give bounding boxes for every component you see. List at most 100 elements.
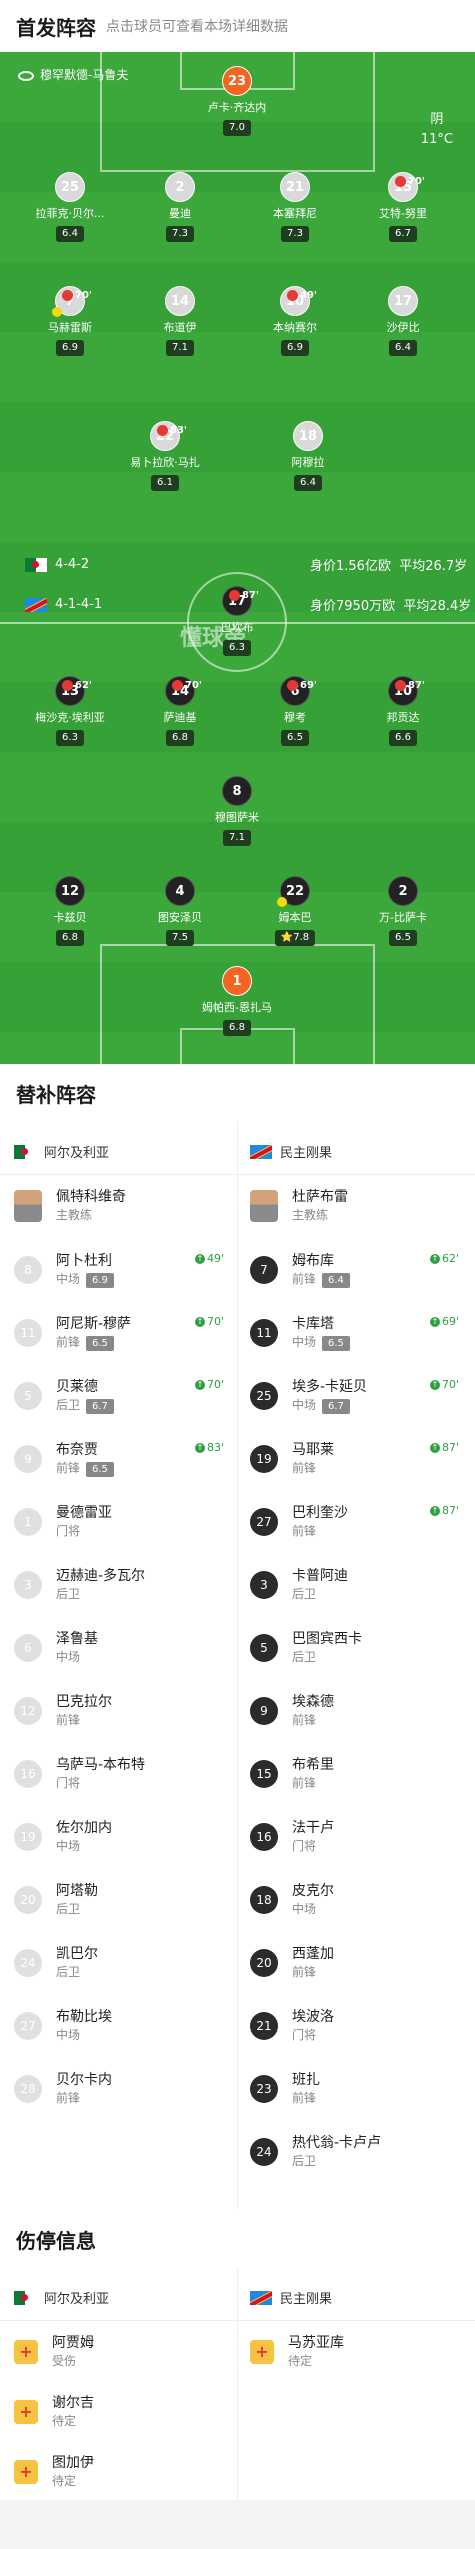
home-team-line: 4-4-2 身价1.56亿欧 平均26.7岁 (25, 557, 467, 574)
sub-position: 后卫 (56, 1902, 81, 1916)
home-sub-row[interactable]: 6 泽鲁基 中场 (14, 1630, 98, 1666)
home-injury-row[interactable]: 谢尔吉待定 (14, 2394, 94, 2430)
away-team-line: 4-1-4-1 身价7950万欧 平均28.4岁 (25, 597, 471, 614)
subs-section: 替补阵容 阿尔及利亚 民主刚果 佩特科维奇 主教练 杜萨布雷 主教练 8 阿卜杜利 中场… (0, 1064, 475, 2210)
home-sub-row[interactable]: 19 佐尔加内 中场 (14, 1819, 112, 1855)
home-player[interactable]: 7 70' 马赫雷斯 6.9 (25, 286, 115, 356)
sub-position: 前锋 (56, 2091, 81, 2105)
away-player[interactable]: 2 万-比萨卡 6.5 (358, 876, 448, 946)
away-sub-row[interactable]: 24 热代翁-卡卢卢 后卫 (250, 2134, 381, 2170)
player-name: 萨迪基 (163, 711, 197, 724)
rating-value: 6.1 (157, 477, 173, 488)
home-sub-row[interactable]: 28 贝尔卡内 前锋 (14, 2071, 112, 2107)
away-sub-row[interactable]: 16 法干卢 门将 (250, 1819, 334, 1855)
player-rating: 6.3 (56, 730, 84, 746)
away-sub-row[interactable]: 19 马耶莱 前锋 (250, 1441, 334, 1477)
sub-number: 1 (14, 1508, 42, 1536)
home-sub-row[interactable]: 5 贝莱德 后卫 6.7 (14, 1378, 114, 1414)
away-sub-row[interactable]: 21 埃波洛 门将 (250, 2008, 334, 2044)
away-player[interactable]: 10 87' 邦贡达 6.6 (358, 676, 448, 746)
subs-home-name: 阿尔及利亚 (44, 1146, 110, 1161)
home-injury-row[interactable]: 图加伊待定 (14, 2454, 94, 2490)
home-sub-row[interactable]: 16 乌萨马-本布特 门将 (14, 1756, 145, 1792)
player-name: 布道伊 (163, 321, 197, 334)
away-sub-row[interactable]: 5 巴图宾西卡 后卫 (250, 1630, 362, 1666)
away-injury-row[interactable]: 马苏亚库待定 (250, 2334, 344, 2370)
sub-number: 11 (14, 1319, 42, 1347)
away-player[interactable]: 17 87' 巴坎布 6.3 (192, 586, 282, 656)
sub-out-icon (172, 679, 184, 691)
sub-position: 门将 (292, 1839, 317, 1853)
section-title: 首发阵容 (16, 15, 96, 40)
home-player[interactable]: 18 阿穆拉 6.4 (263, 421, 353, 491)
jersey-number: 23 (222, 66, 252, 96)
sub-in-time: ↑ 70' (430, 1378, 459, 1391)
away-player[interactable]: 13 62' 梅沙克·埃利亚 6.3 (25, 676, 115, 746)
sub-rating: 6.7 (86, 1399, 114, 1414)
rating-value: 6.8 (172, 732, 188, 743)
sub-time: 70' (75, 290, 92, 301)
away-coach[interactable]: 杜萨布雷 主教练 (250, 1188, 348, 1224)
home-sub-row[interactable]: 9 布奈贾 前锋 6.5 (14, 1441, 114, 1477)
away-sub-row[interactable]: 27 巴利奎沙 前锋 (250, 1504, 348, 1540)
star-icon: ⭐ (280, 932, 294, 943)
away-sub-row[interactable]: 25 埃多-卡延贝 中场 6.7 (250, 1378, 367, 1414)
home-player[interactable]: 21 本塞拜尼 7.3 (250, 172, 340, 242)
player-rating: 7.3 (281, 226, 309, 242)
sub-time: 83' (170, 425, 187, 436)
rating-value: 6.3 (62, 732, 78, 743)
away-player[interactable]: 1 姆帕西-恩扎马 6.8 (192, 966, 282, 1036)
sub-position: 前锋 (292, 1524, 317, 1538)
home-sub-row[interactable]: 3 迈赫迪-多瓦尔 后卫 (14, 1567, 145, 1603)
away-player[interactable]: 8 穆图萨米 7.1 (192, 776, 282, 846)
sub-in-time-value: 83' (207, 1441, 225, 1454)
home-sub-row[interactable]: 20 阿塔勒 后卫 (14, 1882, 98, 1918)
sub-name: 马耶莱 (292, 1442, 334, 1458)
home-sub-row[interactable]: 27 布勒比埃 中场 (14, 2008, 112, 2044)
home-player[interactable]: 25 拉菲克·贝尔... 6.4 (25, 172, 115, 242)
sub-time: 70' (408, 176, 425, 187)
home-sub-row[interactable]: 8 阿卜杜利 中场 6.9 (14, 1252, 114, 1288)
home-injury-row[interactable]: 阿贾姆受伤 (14, 2334, 94, 2370)
player-rating: 6.3 (223, 640, 251, 656)
coach-avatar (250, 1190, 278, 1222)
home-sub-row[interactable]: 11 阿尼斯-穆萨 前锋 6.5 (14, 1315, 131, 1351)
home-player[interactable]: 2 曼迪 7.3 (135, 172, 225, 242)
player-name: 巴坎布 (220, 621, 254, 634)
sub-name: 巴图宾西卡 (292, 1631, 362, 1647)
away-sub-row[interactable]: 20 西蓬加 前锋 (250, 1945, 334, 1981)
home-sub-row[interactable]: 12 巴克拉尔 前锋 (14, 1693, 112, 1729)
home-player[interactable]: 22 83' 易卜拉欣·马扎 6.1 (120, 421, 210, 491)
away-sub-row[interactable]: 23 班扎 前锋 (250, 2071, 320, 2107)
player-rating: 7.1 (166, 340, 194, 356)
home-sub-row[interactable]: 1 曼德雷亚 门将 (14, 1504, 112, 1540)
away-player[interactable]: 14 70' 萨迪基 6.8 (135, 676, 225, 746)
away-sub-row[interactable]: 11 卡库塔 中场 6.5 (250, 1315, 350, 1351)
divider (0, 2320, 475, 2321)
algeria-flag-icon (14, 1144, 36, 1159)
player-rating: 6.4 (389, 340, 417, 356)
away-age: 平均28.4岁 (403, 599, 472, 614)
away-sub-row[interactable]: 18 皮克尔 中场 (250, 1882, 334, 1918)
injury-title: 伤停信息 (16, 2228, 96, 2253)
home-player[interactable]: 15 70' 艾特-努里 6.7 (358, 172, 448, 242)
away-player[interactable]: 4 图安泽贝 7.5 (135, 876, 225, 946)
home-sub-row[interactable]: 24 凯巴尔 后卫 (14, 1945, 98, 1981)
away-sub-row[interactable]: 3 卡普阿迪 后卫 (250, 1567, 348, 1603)
sub-number: 23 (250, 2075, 278, 2103)
home-player[interactable]: 10 49' 本纳赛尔 6.9 (250, 286, 340, 356)
away-player[interactable]: 22 姆本巴 ⭐7.8 (250, 876, 340, 946)
home-player[interactable]: 23 卢卡·齐达内 7.0 (192, 66, 282, 136)
away-sub-row[interactable]: 9 埃森德 前锋 (250, 1693, 334, 1729)
away-player[interactable]: 12 卡兹贝 6.8 (25, 876, 115, 946)
sub-number: 20 (14, 1886, 42, 1914)
sub-in-icon: ↑ (430, 1254, 440, 1264)
home-player[interactable]: 17 沙伊比 6.4 (358, 286, 448, 356)
home-player[interactable]: 14 布道伊 7.1 (135, 286, 225, 356)
away-player[interactable]: 6 69' 穆考 6.5 (250, 676, 340, 746)
away-sub-row[interactable]: 15 布希里 前锋 (250, 1756, 334, 1792)
home-coach[interactable]: 佩特科维奇 主教练 (14, 1188, 126, 1224)
away-sub-row[interactable]: 7 姆布库 前锋 6.4 (250, 1252, 350, 1288)
player-rating: 6.5 (281, 730, 309, 746)
sub-number: 6 (14, 1634, 42, 1662)
